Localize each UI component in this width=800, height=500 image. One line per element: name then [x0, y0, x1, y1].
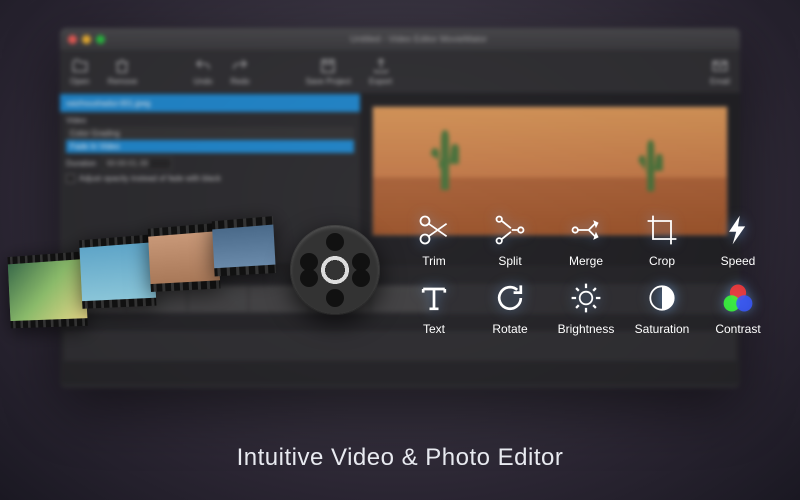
split-icon [490, 210, 530, 250]
text-icon [414, 278, 454, 318]
open-button[interactable]: Open [70, 57, 90, 86]
feature-saturation: Saturation [628, 278, 696, 342]
film-frame [7, 251, 87, 328]
maximize-icon[interactable] [96, 35, 105, 44]
toolbar: Open Remove Undo Redo Save Project Expor… [60, 50, 740, 94]
remove-button[interactable]: Remove [108, 57, 138, 86]
duration-input[interactable] [102, 157, 172, 170]
effect-item[interactable]: Color Grading [66, 127, 354, 140]
feature-contrast: Contrast [704, 278, 772, 342]
feature-crop: Crop [628, 210, 696, 274]
feature-merge: Merge [552, 210, 620, 274]
save-project-button[interactable]: Save Project [306, 57, 351, 86]
tagline: Intuitive Video & Photo Editor [0, 444, 800, 472]
checkbox-icon[interactable] [66, 174, 75, 183]
email-button[interactable]: Email [710, 57, 730, 86]
opacity-checkbox-row[interactable]: Adjust opacity instead of fade with blac… [66, 174, 354, 183]
rgb-circles-icon [718, 278, 758, 318]
feature-text: Text [400, 278, 468, 342]
feature-grid: Trim Split Merge Crop Speed Text Rotate … [400, 210, 772, 342]
feature-trim: Trim [400, 210, 468, 274]
titlebar: Untitled - Video Editor MovieMator [60, 28, 740, 50]
redo-button[interactable]: Redo [231, 57, 250, 86]
film-frame [148, 223, 221, 292]
feature-brightness: Brightness [552, 278, 620, 342]
film-reel-icon [290, 225, 380, 315]
window-title: Untitled - Video Editor MovieMator [105, 34, 732, 44]
undo-button[interactable]: Undo [193, 57, 212, 86]
feature-split: Split [476, 210, 544, 274]
close-icon[interactable] [68, 35, 77, 44]
video-section-label: Video [66, 116, 354, 125]
duration-label: Duration [66, 159, 96, 168]
rotate-icon [490, 278, 530, 318]
sun-icon [566, 278, 606, 318]
export-button[interactable]: Export [369, 57, 392, 86]
film-frame [212, 216, 276, 276]
merge-icon [566, 210, 606, 250]
feature-rotate: Rotate [476, 278, 544, 342]
crop-icon [642, 210, 682, 250]
film-frame [79, 234, 156, 308]
half-circle-icon [642, 278, 682, 318]
feature-speed: Speed [704, 210, 772, 274]
scissors-icon [414, 210, 454, 250]
minimize-icon[interactable] [82, 35, 91, 44]
lightning-icon [718, 210, 758, 250]
panel-tab[interactable]: xaizhoushadui-001.jpeg [60, 94, 360, 112]
effect-item[interactable]: Fade In Video [66, 140, 354, 153]
